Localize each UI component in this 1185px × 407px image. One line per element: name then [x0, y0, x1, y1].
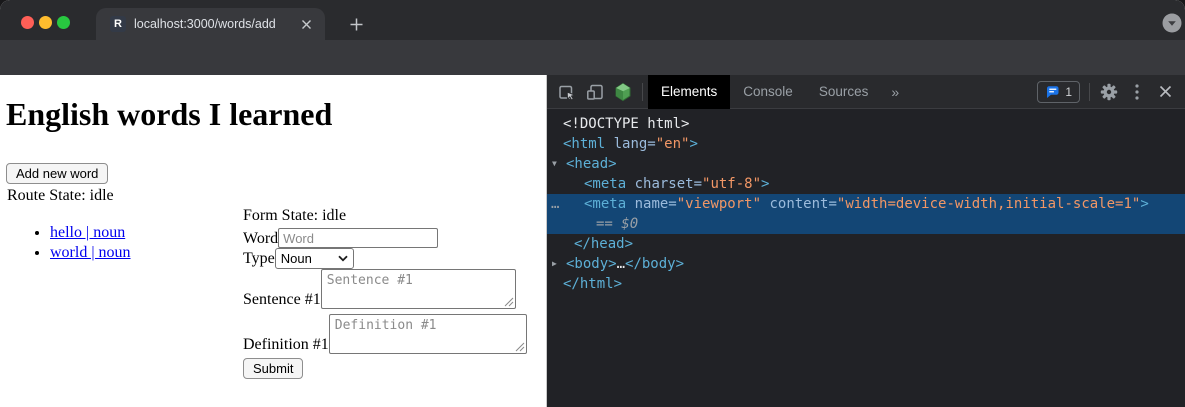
submit-button[interactable]: Submit	[243, 358, 303, 379]
collapsed-arrow-icon[interactable]: ▶	[552, 254, 557, 274]
add-new-word-button[interactable]: Add new word	[6, 163, 108, 184]
devtools-tab-elements[interactable]: Elements	[648, 75, 730, 109]
devtools-settings-gear-icon[interactable]	[1095, 79, 1123, 105]
devtools-tabs: ElementsConsoleSources	[648, 75, 881, 109]
green-gem-extension-icon[interactable]	[609, 79, 637, 105]
more-tabs-button[interactable]: »	[881, 84, 909, 100]
code-token: <meta	[584, 196, 626, 212]
code-token: <meta	[584, 176, 626, 192]
code-token: "en"	[656, 136, 690, 152]
dom-tree-line[interactable]: ▶ <body>…</body>	[547, 254, 1185, 274]
dom-tree-line[interactable]: <!DOCTYPE html>	[547, 114, 1185, 134]
code-token: >	[1140, 196, 1148, 212]
sentence-row: Sentence #1	[243, 269, 543, 309]
dom-tree-line[interactable]: </head>	[547, 234, 1185, 254]
definition-label: Definition #1	[243, 336, 329, 354]
toolbar-divider	[1089, 83, 1090, 101]
dom-tree-line[interactable]: ▼ <head>	[547, 154, 1185, 174]
code-token: </html>	[563, 276, 622, 292]
expanded-arrow-icon[interactable]: ▼	[552, 154, 557, 174]
code-token: </body>	[625, 256, 684, 272]
type-label: Type	[243, 250, 275, 268]
word-link[interactable]: world | noun	[50, 244, 131, 261]
remix-favicon-icon: R	[110, 16, 126, 32]
code-token: </head>	[574, 236, 633, 252]
dom-tree-line[interactable]: <html lang="en">	[547, 134, 1185, 154]
devtools-menu-icon[interactable]	[1123, 79, 1151, 105]
word-list-item: hello | noun	[50, 223, 131, 243]
code-token: "viewport"	[677, 196, 761, 212]
code-token: <body>	[566, 256, 617, 272]
dom-tree-line[interactable]: </html>	[547, 274, 1185, 294]
browser-tab[interactable]: R localhost:3000/words/add	[96, 8, 325, 40]
code-token: == $0	[596, 216, 638, 232]
devtools-close-icon[interactable]	[1151, 79, 1179, 105]
word-label: Word	[243, 230, 278, 248]
code-token: lang=	[605, 136, 656, 152]
devtools-tab-sources[interactable]: Sources	[806, 75, 882, 109]
sentence-textarea[interactable]	[321, 269, 516, 309]
form-state-text: Form State: idle	[243, 205, 543, 226]
code-token: <html	[563, 136, 605, 152]
tab-title: localhost:3000/words/add	[134, 17, 297, 31]
browser-window: R localhost:3000/words/add	[0, 0, 1185, 407]
code-token: "utf-8"	[702, 176, 761, 192]
code-token: >	[689, 136, 697, 152]
add-word-form: Form State: idle Word Type Noun Sentence…	[243, 205, 543, 379]
new-tab-button[interactable]	[343, 11, 369, 37]
type-select[interactable]: Noun	[275, 248, 354, 269]
issues-badge[interactable]: 1	[1037, 81, 1080, 103]
route-state-text: Route State: idle	[7, 187, 114, 205]
devtools-tab-console[interactable]: Console	[730, 75, 806, 109]
tab-overview-button[interactable]	[1162, 13, 1182, 33]
dom-tree-line[interactable]: … <meta name="viewport" content="width=de…	[547, 194, 1185, 214]
devtools-toolbar: ElementsConsoleSources » 1	[547, 75, 1185, 109]
word-row: Word	[243, 228, 543, 248]
inspect-element-icon[interactable]	[553, 79, 581, 105]
type-row: Type Noun	[243, 248, 543, 269]
code-token: "width=device-width,initial-scale=1"	[837, 196, 1140, 212]
word-list-item: world | noun	[50, 243, 131, 263]
dom-tree-line[interactable]: <meta charset="utf-8">	[547, 174, 1185, 194]
page-title: English words I learned	[6, 96, 332, 132]
word-input[interactable]	[278, 228, 438, 248]
select-chevron-icon	[338, 255, 348, 262]
issues-count: 1	[1065, 85, 1072, 99]
code-token: …	[617, 256, 625, 272]
code-token: <head>	[566, 156, 617, 172]
browser-toolbar: localhost:3000/words/add Incognito	[0, 40, 1185, 75]
toolbar-divider	[642, 83, 643, 101]
devtools-panel: ElementsConsoleSources » 1	[547, 75, 1185, 407]
tab-strip: R localhost:3000/words/add	[0, 0, 1185, 40]
code-token: content=	[761, 196, 837, 212]
dom-tree-line[interactable]: == $0	[547, 214, 1185, 234]
window-minimize-button[interactable]	[39, 16, 52, 29]
device-toolbar-icon[interactable]	[581, 79, 609, 105]
issues-bubble-icon	[1045, 85, 1060, 99]
code-token: name=	[626, 196, 677, 212]
window-close-button[interactable]	[21, 16, 34, 29]
type-select-value: Noun	[281, 251, 312, 266]
definition-textarea[interactable]	[329, 314, 527, 354]
code-token: >	[761, 176, 769, 192]
devtools-dom-tree: <!DOCTYPE html><html lang="en">▼<head><m…	[547, 110, 1185, 407]
tab-close-icon[interactable]	[297, 15, 315, 33]
sentence-label: Sentence #1	[243, 291, 321, 309]
code-token: <!DOCTYPE html>	[563, 116, 689, 132]
definition-row: Definition #1	[243, 314, 543, 354]
line-ellipsis-marker: …	[551, 194, 559, 214]
words-list: hello | noun world | noun	[10, 223, 131, 263]
web-page: English words I learned Add new word Rou…	[0, 75, 547, 407]
window-fullscreen-button[interactable]	[57, 16, 70, 29]
code-token: charset=	[626, 176, 702, 192]
word-link[interactable]: hello | noun	[50, 224, 125, 241]
